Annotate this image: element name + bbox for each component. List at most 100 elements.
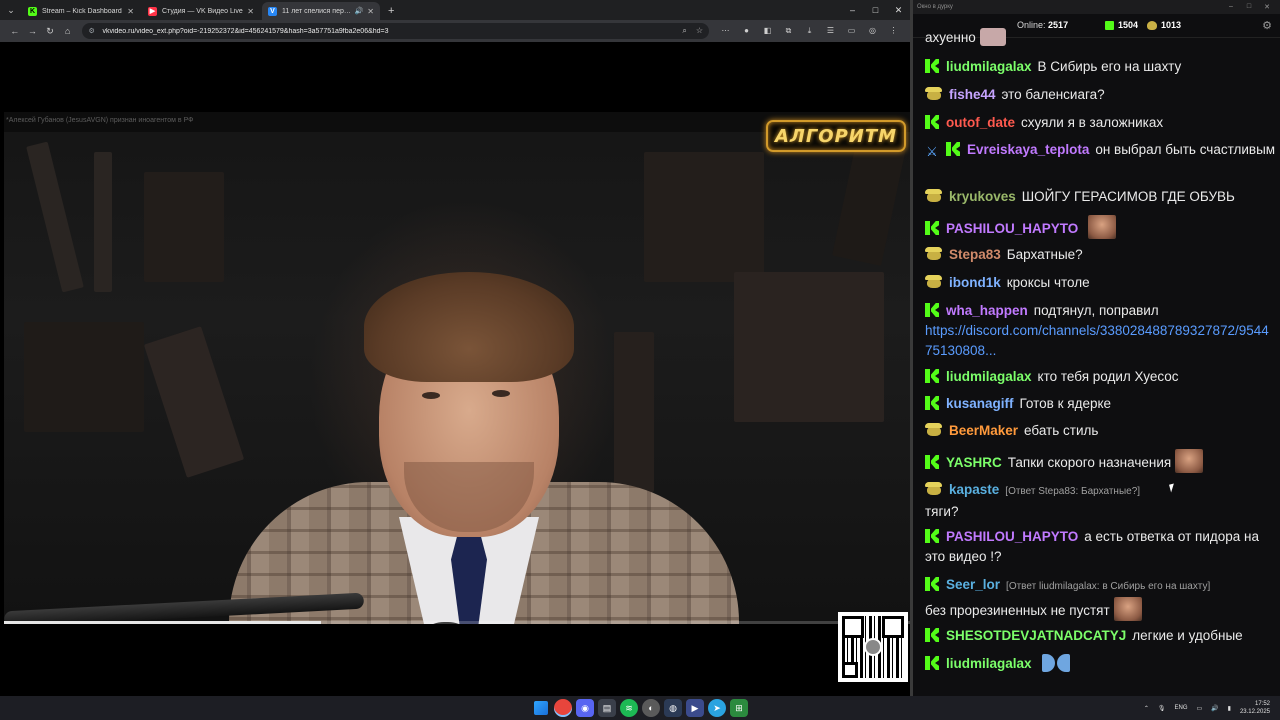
chat-message-text: Тапки скорого назначения: [1007, 455, 1172, 470]
extension-icon[interactable]: ⋯: [715, 26, 736, 36]
network-icon[interactable]: ▭: [1197, 705, 1203, 712]
profile-icon[interactable]: ◎: [862, 26, 883, 36]
start-icon[interactable]: [534, 701, 548, 715]
app-icon[interactable]: ▤: [598, 699, 616, 717]
extension-icon[interactable]: ◧: [757, 26, 778, 36]
battery-icon[interactable]: ▮: [1228, 705, 1231, 712]
clock[interactable]: 17:52 23.12.2025: [1240, 700, 1270, 716]
chat-message-text: кроксы чтоле: [1006, 275, 1090, 290]
book: [644, 152, 764, 282]
person-eye: [422, 392, 440, 399]
spotify-icon[interactable]: ≋: [620, 699, 638, 717]
kick-badge-icon: [925, 303, 939, 317]
new-tab-button[interactable]: +: [382, 2, 400, 20]
discord-icon[interactable]: ◉: [576, 699, 594, 717]
window-controls: – □ ✕: [1222, 3, 1276, 11]
close-icon[interactable]: ✕: [127, 7, 134, 16]
chat-reply-quote[interactable]: [Ответ Stepa83: Бархатные?]: [1005, 486, 1140, 497]
chat-username[interactable]: PASHILOU_HAPYTO: [946, 221, 1078, 236]
close-icon[interactable]: ✕: [247, 7, 254, 16]
bookmark-star-icon[interactable]: ☆: [696, 26, 703, 35]
pepe-badge-icon: [925, 275, 942, 289]
chat-message-list[interactable]: ахуенно liudmilagalax В Сибирь его на шахт…: [913, 28, 1280, 696]
chat-message: wha_happen подтянул, поправил https://disc…: [925, 301, 1276, 361]
minimize-button[interactable]: –: [1222, 3, 1240, 11]
video-progress-bar[interactable]: [4, 621, 910, 624]
chat-username[interactable]: BeerMaker: [949, 423, 1018, 438]
obs-icon[interactable]: ◐: [642, 699, 660, 717]
book: [144, 172, 224, 282]
url-text[interactable]: vkvideo.ru/video_ext.php?oid=-219252372&…: [102, 28, 675, 35]
menu-icon[interactable]: ⋮: [883, 26, 904, 36]
download-icon[interactable]: ⤓: [799, 26, 820, 36]
chat-username[interactable]: liudmilagalax: [946, 656, 1032, 671]
volume-icon[interactable]: 🔊: [1211, 705, 1218, 712]
chat-username[interactable]: kapaste: [949, 482, 999, 497]
chat-username[interactable]: kryukoves: [949, 189, 1016, 204]
chat-message: YASHRC Тапки скорого назначения: [925, 449, 1276, 473]
pepe-badge-icon: [925, 189, 942, 203]
chevron-up-icon[interactable]: ⌃: [1144, 705, 1149, 712]
chat-message-text: подтянул, поправил: [1033, 303, 1159, 318]
chat-username[interactable]: fishe44: [949, 87, 996, 102]
app-icon[interactable]: ▶: [686, 699, 704, 717]
maximize-button[interactable]: □: [1240, 3, 1258, 11]
maximize-button[interactable]: □: [864, 5, 887, 15]
close-button[interactable]: ✕: [887, 5, 910, 16]
tab-kick-dashboard[interactable]: K Stream – Kick Dashboard ✕: [22, 2, 140, 20]
reading-list-icon[interactable]: ☰: [820, 26, 841, 36]
kick-badge-icon: [925, 369, 939, 383]
reload-icon[interactable]: ↻: [41, 26, 59, 37]
chat-username[interactable]: Seer_lor: [946, 577, 1000, 592]
chat-username[interactable]: outof_date: [946, 115, 1015, 130]
close-icon[interactable]: ✕: [367, 7, 374, 16]
chat-titlebar: Окно в дурку – □ ✕: [913, 0, 1280, 14]
foreign-agent-notice: *Алексей Губанов (JesusAVGN) признан ино…: [6, 117, 194, 124]
speaker-icon[interactable]: 🔊: [355, 7, 364, 15]
telegram-icon[interactable]: ➤: [708, 699, 726, 717]
tab-groups-icon[interactable]: ▭: [841, 26, 862, 36]
site-info-icon[interactable]: ⚙: [88, 27, 98, 35]
kick-badge-icon: [925, 455, 939, 469]
forward-icon[interactable]: →: [24, 26, 42, 36]
extension-icon[interactable]: ●: [736, 26, 757, 36]
book: [832, 138, 906, 266]
pepe-badge-icon: [925, 87, 942, 101]
chat-username[interactable]: ibond1k: [949, 275, 1001, 290]
chat-username[interactable]: wha_happen: [946, 303, 1028, 318]
chat-username[interactable]: Stepa83: [949, 247, 1001, 262]
tab-vk-studio[interactable]: ▶ Студия — VK Видео Live ✕: [142, 2, 260, 20]
chat-username[interactable]: SHESOTDEVJATNADCATYJ: [946, 628, 1126, 643]
system-tray: ⌃ 🎙 ENG ▭ 🔊 ▮ 17:52 23.12.2025: [1135, 696, 1270, 720]
chrome-icon[interactable]: [554, 699, 572, 717]
minimize-button[interactable]: –: [841, 5, 864, 15]
book: [94, 152, 112, 292]
chat-username[interactable]: kusanagiff: [946, 396, 1014, 411]
chat-message-text: легкие и удобные: [1132, 628, 1243, 643]
chat-username[interactable]: YASHRC: [946, 455, 1002, 470]
chat-reply-quote[interactable]: [Ответ liudmilagalax: в Сибирь его на ша…: [1006, 581, 1210, 592]
chat-username[interactable]: PASHILOU_HAPYTO: [946, 529, 1078, 544]
person-hair: [364, 272, 574, 382]
back-icon[interactable]: ←: [6, 26, 24, 36]
book: [614, 332, 654, 492]
tab-search-button[interactable]: ⌄: [0, 0, 22, 20]
chat-message-text: без прорезиненных не пустят: [925, 603, 1110, 618]
face-emote-icon: [1175, 449, 1204, 473]
app-icon[interactable]: ⊞: [730, 699, 748, 717]
close-button[interactable]: ✕: [1258, 3, 1276, 11]
chat-username[interactable]: Evreiskaya_teplota: [967, 142, 1089, 157]
puzzle-icon[interactable]: ⧉: [778, 26, 799, 36]
taskbar-apps: ◉ ▤ ≋ ◐ ◍ ▶ ➤ ⊞: [532, 699, 752, 717]
chat-link[interactable]: https://discord.com/channels/33802848878…: [925, 321, 1276, 361]
video-player[interactable]: [4, 112, 910, 624]
address-bar[interactable]: ⚙ vkvideo.ru/video_ext.php?oid=-21925237…: [82, 23, 709, 39]
zoom-icon[interactable]: ⌕: [682, 26, 686, 35]
tab-vk-video[interactable]: V 11 лет спелися перед Укр 🔊 ✕: [262, 2, 380, 20]
microphone-icon[interactable]: 🎙: [1158, 705, 1166, 712]
steam-icon[interactable]: ◍: [664, 699, 682, 717]
home-icon[interactable]: ⌂: [59, 26, 77, 36]
chat-username[interactable]: liudmilagalax: [946, 369, 1032, 384]
chat-username[interactable]: liudmilagalax: [946, 59, 1032, 74]
language-indicator[interactable]: ENG: [1174, 705, 1187, 711]
